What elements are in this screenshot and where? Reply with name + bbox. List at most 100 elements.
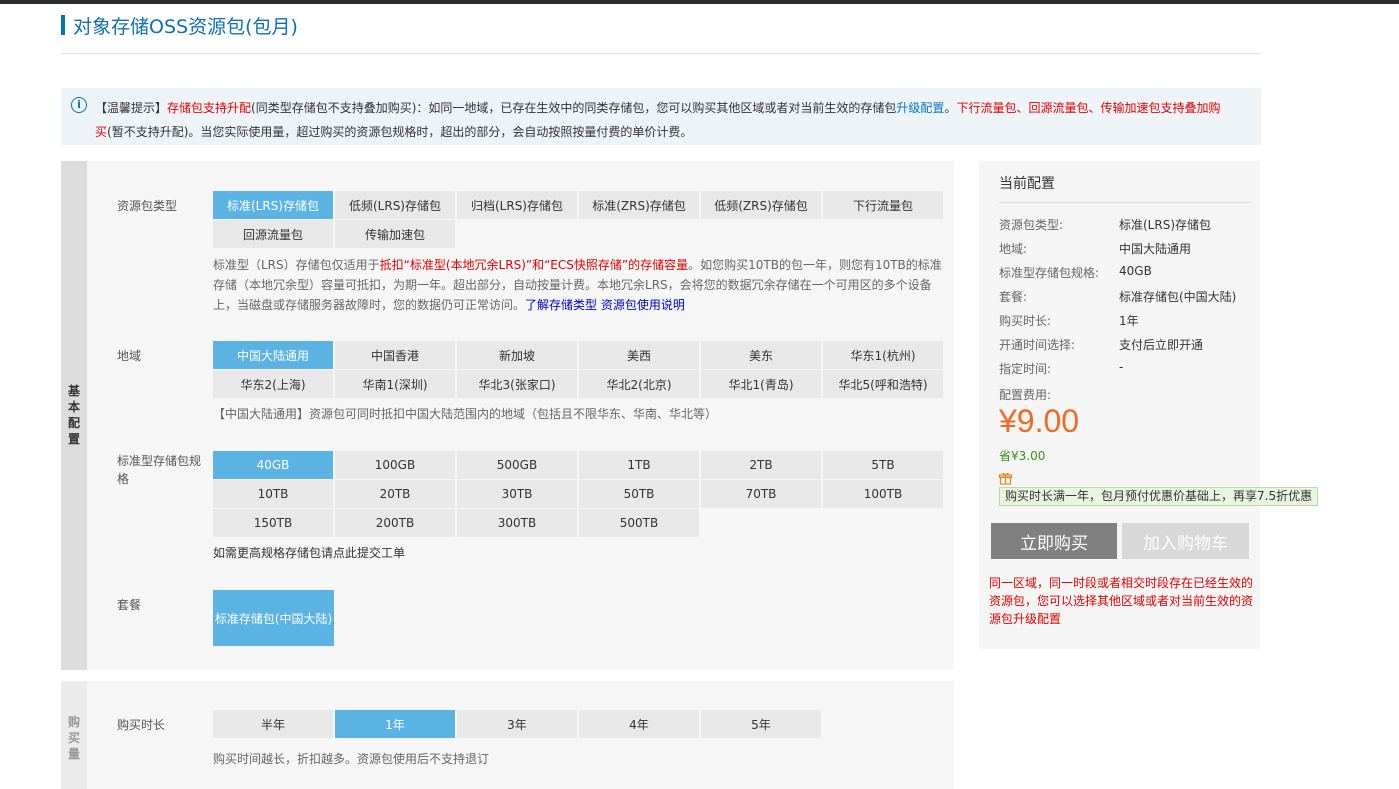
duration-option[interactable]: 3年 xyxy=(457,710,579,739)
duration-option[interactable]: 1年 xyxy=(335,710,457,739)
summary-value: 标准(LRS)存储包 xyxy=(1119,218,1212,232)
notice-upgrade-support: 存储包支持升配 xyxy=(167,101,252,115)
current-config-panel: 当前配置 资源包类型: 标准(LRS)存储包 地域: 中国大陆通用 标准型存储包规格: 4… xyxy=(979,161,1260,649)
package-desc-a: 标准型（LRS）存储包仅适用于 xyxy=(213,258,380,272)
package-type-option[interactable]: 低频(LRS)存储包 xyxy=(335,191,457,220)
region-option[interactable]: 华北3(张家口) xyxy=(457,370,579,399)
region-label: 地域 xyxy=(117,349,142,363)
basic-config-panel: 基 本 配 置 资源包类型 标准(LRS)存储包 低频(LRS)存储包 归档(LRS… xyxy=(61,161,954,670)
summary-value: 支付后立即开通 xyxy=(1119,338,1204,352)
region-option[interactable]: 华南1(深圳) xyxy=(335,370,457,399)
package-type-option[interactable]: 下行流量包 xyxy=(823,191,945,220)
spec-option[interactable]: 500TB xyxy=(579,509,701,538)
summary-value: 标准存储包(中国大陆) xyxy=(1119,290,1237,304)
package-type-option[interactable]: 传输加速包 xyxy=(335,220,457,249)
buy-tab-char: 量 xyxy=(67,747,80,761)
region-option[interactable]: 中国大陆通用 xyxy=(213,341,335,370)
title-accent-bar xyxy=(61,15,65,35)
buy-now-button[interactable]: 立即购买 xyxy=(991,523,1117,559)
spec-desc: 如需更高规格存储包请点此提交工单 xyxy=(213,543,405,563)
gift-icon xyxy=(998,472,1013,485)
top-bar xyxy=(0,0,1399,4)
usage-guide-link[interactable]: 资源包使用说明 xyxy=(601,298,685,312)
spec-option[interactable]: 1TB xyxy=(579,451,701,480)
page-title: 对象存储OSS资源包(包月) xyxy=(61,12,298,38)
basic-tab-char: 配 xyxy=(67,416,80,430)
price-value: ¥9.00 xyxy=(999,403,1080,439)
package-type-desc: 标准型（LRS）存储包仅适用于抵扣“标准型(本地冗余LRS)”和“ECS快照存储… xyxy=(213,255,943,315)
region-option[interactable]: 华北1(青岛) xyxy=(701,370,823,399)
basic-tab-char: 置 xyxy=(67,432,80,446)
spec-option[interactable]: 40GB xyxy=(213,451,335,480)
region-option[interactable]: 美西 xyxy=(579,341,701,370)
package-type-option[interactable]: 标准(ZRS)存储包 xyxy=(579,191,701,220)
storage-type-link[interactable]: 了解存储类型 xyxy=(525,298,597,312)
spec-option[interactable]: 300TB xyxy=(457,509,579,538)
spec-option[interactable]: 5TB xyxy=(823,451,945,480)
spec-option[interactable]: 2TB xyxy=(701,451,823,480)
notice-period: 。 xyxy=(944,101,957,115)
package-desc-b: 抵扣“标准型(本地冗余LRS)”和“ECS快照存储”的存储容量 xyxy=(379,258,689,272)
summary-value: 1年 xyxy=(1119,314,1139,328)
basic-tab-char: 基 xyxy=(67,384,80,398)
plan-option[interactable]: 标准存储包(中国大陆) xyxy=(213,590,334,646)
package-type-option[interactable]: 低频(ZRS)存储包 xyxy=(701,191,823,220)
summary-row: 开通时间选择: 支付后立即开通 xyxy=(999,336,1203,353)
duration-option[interactable]: 半年 xyxy=(213,710,335,739)
summary-key: 套餐: xyxy=(999,290,1028,304)
save-amount: 省¥3.00 xyxy=(999,449,1046,463)
spec-label-line2: 格 xyxy=(117,472,130,486)
summary-divider xyxy=(999,202,1251,203)
region-option[interactable]: 华北2(北京) xyxy=(579,370,701,399)
summary-key: 开通时间选择: xyxy=(999,338,1076,352)
duration-option[interactable]: 5年 xyxy=(701,710,823,739)
notice-upgrade-link[interactable]: 升级配置 xyxy=(896,101,944,115)
spec-option[interactable]: 200TB xyxy=(335,509,457,538)
package-type-option[interactable]: 回源流量包 xyxy=(213,220,335,249)
summary-key: 标准型存储包规格: xyxy=(999,266,1100,280)
spec-option[interactable]: 150TB xyxy=(213,509,335,538)
duration-option[interactable]: 4年 xyxy=(579,710,701,739)
summary-row: 套餐: 标准存储包(中国大陆) xyxy=(999,288,1236,305)
summary-key: 地域: xyxy=(999,242,1028,256)
buy-quantity-tab: 购 买 量 xyxy=(61,681,87,789)
spec-option[interactable]: 100GB xyxy=(335,451,457,480)
region-option[interactable]: 中国香港 xyxy=(335,341,457,370)
spec-option[interactable]: 70TB xyxy=(701,480,823,509)
notice-text-1: (同类型存储包不支持叠加购买)：如同一地域，已存在生效中的同类存储包，您可以购买… xyxy=(251,101,897,115)
notice-prefix: 【温馨提示】 xyxy=(95,101,168,115)
spec-option[interactable]: 50TB xyxy=(579,480,701,509)
buy-tab-char: 购 xyxy=(67,715,80,729)
notice-text-2: (暂不支持升配)。当您实际使用量，超过购买的资源包规格时，超出的部分，会自动按照… xyxy=(107,125,693,139)
add-to-cart-button[interactable]: 加入购物车 xyxy=(1122,523,1249,559)
region-desc: 【中国大陆通用】资源包可同时抵扣中国大陆范围内的地域（包括且不限华东、华南、华北… xyxy=(213,407,718,421)
region-option[interactable]: 华东2(上海) xyxy=(213,370,335,399)
duration-label: 购买时长 xyxy=(117,718,166,732)
fee-label: 配置费用: xyxy=(999,388,1052,402)
region-option[interactable]: 华北5(呼和浩特) xyxy=(823,370,945,399)
discount-tooltip: 购买时长满一年，包月预付优惠价基础上，再享7.5折优惠 xyxy=(999,487,1319,506)
info-icon: i xyxy=(71,97,87,113)
buy-quantity-panel: 购 买 量 购买时长 半年 1年 3年 4年 5年 购买时间越长，折扣越多。资源包使用后… xyxy=(61,681,954,789)
summary-row: 地域: 中国大陆通用 xyxy=(999,240,1191,257)
region-option[interactable]: 美东 xyxy=(701,341,823,370)
page-title-text: 对象存储OSS资源包(包月) xyxy=(73,15,298,38)
package-type-option[interactable]: 归档(LRS)存储包 xyxy=(457,191,579,220)
spec-option[interactable]: 20TB xyxy=(335,480,457,509)
spec-option[interactable]: 100TB xyxy=(823,480,945,509)
region-option[interactable]: 新加坡 xyxy=(457,341,579,370)
spec-label: 标准型存储包规 格 xyxy=(117,452,201,488)
submit-ticket-link[interactable]: 点此提交工单 xyxy=(333,546,405,560)
package-type-option[interactable]: 标准(LRS)存储包 xyxy=(213,191,335,220)
buy-tab-char: 买 xyxy=(67,731,80,745)
region-option[interactable]: 华东1(杭州) xyxy=(823,341,945,370)
package-type-label: 资源包类型 xyxy=(117,199,178,213)
spec-option[interactable]: 30TB xyxy=(457,480,579,509)
summary-row: 指定时间: - xyxy=(999,360,1123,377)
summary-key: 购买时长: xyxy=(999,314,1052,328)
summary-value: 中国大陆通用 xyxy=(1119,242,1192,256)
summary-key: 资源包类型: xyxy=(999,218,1064,232)
spec-option[interactable]: 10TB xyxy=(213,480,335,509)
title-divider xyxy=(61,53,1261,54)
spec-option[interactable]: 500GB xyxy=(457,451,579,480)
